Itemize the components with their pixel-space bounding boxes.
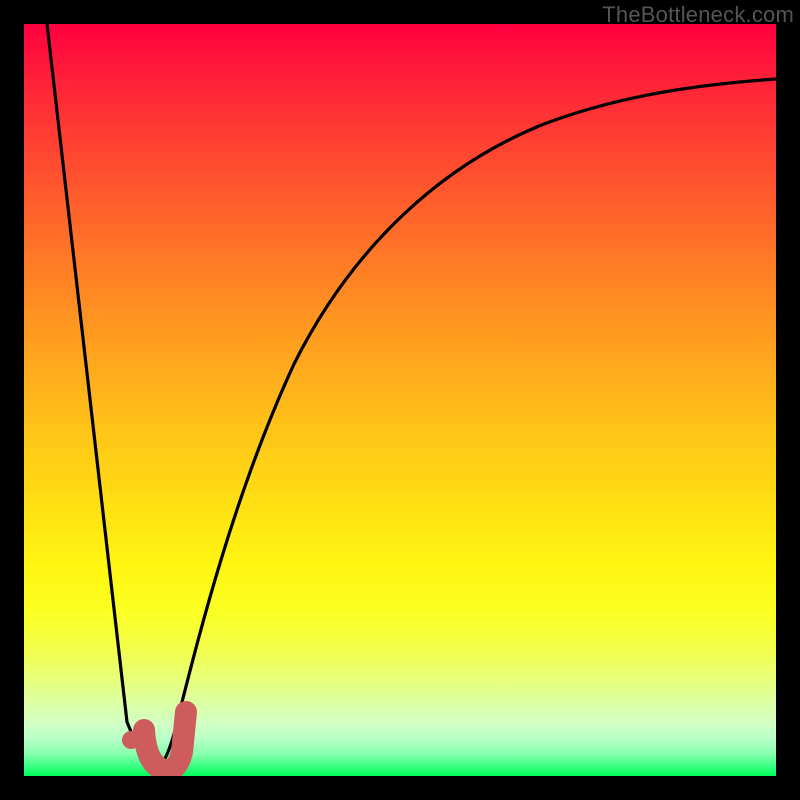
curve-layer (24, 24, 776, 776)
watermark-text: TheBottleneck.com (602, 2, 794, 28)
plot-area (24, 24, 776, 776)
chart-container: TheBottleneck.com (0, 0, 800, 800)
optimal-j-marker-hook (144, 712, 186, 770)
optimal-j-marker-dot (122, 731, 140, 749)
bottleneck-curve (47, 24, 776, 767)
